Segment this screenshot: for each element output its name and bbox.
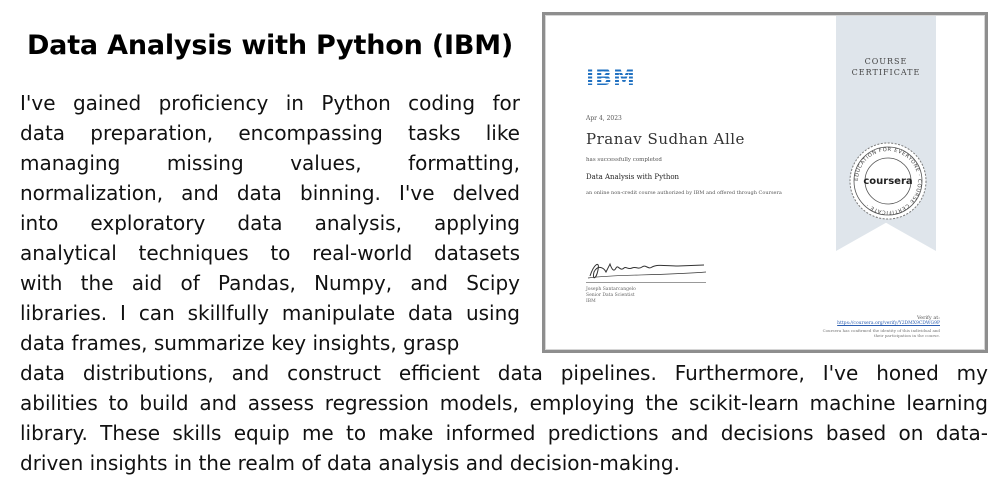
ibm-logo: IBM	[586, 66, 636, 91]
completed-text: has successfully completed	[586, 157, 662, 163]
verify-link[interactable]: https://coursera.org/verify/Y2DMX9CDWG9P	[837, 321, 940, 326]
paragraph-line: libraries. I can skillfully manipulate d…	[20, 301, 520, 325]
paragraph-line: abilities to build and assess regression…	[20, 391, 988, 415]
signature-line	[586, 282, 706, 283]
coursera-seal-icon: EDUCATION FOR EVERYONE · COURSE CERTIFIC…	[849, 142, 927, 220]
seal-brand: coursera	[863, 176, 912, 187]
description-paragraph-top: I've gained proficiency in Python coding…	[20, 88, 520, 358]
recipient-name: Pranav Sudhan Alle	[586, 130, 745, 148]
certificate-date: Apr 4, 2023	[586, 115, 622, 122]
paragraph-line: I've gained proficiency in Python coding…	[20, 91, 520, 115]
paragraph-line: managing missing values, formatting,	[20, 151, 520, 175]
signer-block: Joseph Santarcangelo Senior Data Scienti…	[586, 287, 636, 305]
paragraph-line: library. These skills equip me to make i…	[20, 421, 988, 445]
paragraph-line: analytical techniques to real-world data…	[20, 241, 520, 265]
paragraph-line: with the aid of Pandas, Numpy, and Scipy	[20, 271, 520, 295]
verify-note: Coursera has confirmed the identity of t…	[822, 328, 940, 338]
signer-org: IBM	[586, 299, 596, 304]
course-description: an online non-credit course authorized b…	[586, 190, 782, 196]
paragraph-line: data frames, summarize key insights, gra…	[20, 331, 460, 355]
page-title: Data Analysis with Python (IBM)	[26, 30, 514, 61]
paragraph-line: normalization, and data binning. I've de…	[20, 181, 520, 205]
ribbon-title: COURSE CERTIFICATE	[836, 56, 936, 78]
course-name: Data Analysis with Python	[586, 173, 680, 181]
ribbon-line-certificate: CERTIFICATE	[851, 68, 921, 77]
paragraph-line: data preparation, encompassing tasks lik…	[20, 121, 520, 145]
certificate: COURSE CERTIFICATE EDUCATION FOR EVERYON…	[545, 15, 985, 350]
signature-icon	[587, 262, 707, 279]
ribbon-line-course: COURSE	[864, 57, 908, 66]
paragraph-line: data distributions, and construct effici…	[20, 361, 988, 385]
description-paragraph-bottom: data distributions, and construct effici…	[20, 358, 988, 478]
paragraph-line: into exploratory data analysis, applying	[20, 211, 520, 235]
paragraph-line: driven insights in the realm of data ana…	[20, 451, 680, 475]
certificate-image: COURSE CERTIFICATE EDUCATION FOR EVERYON…	[542, 12, 988, 353]
